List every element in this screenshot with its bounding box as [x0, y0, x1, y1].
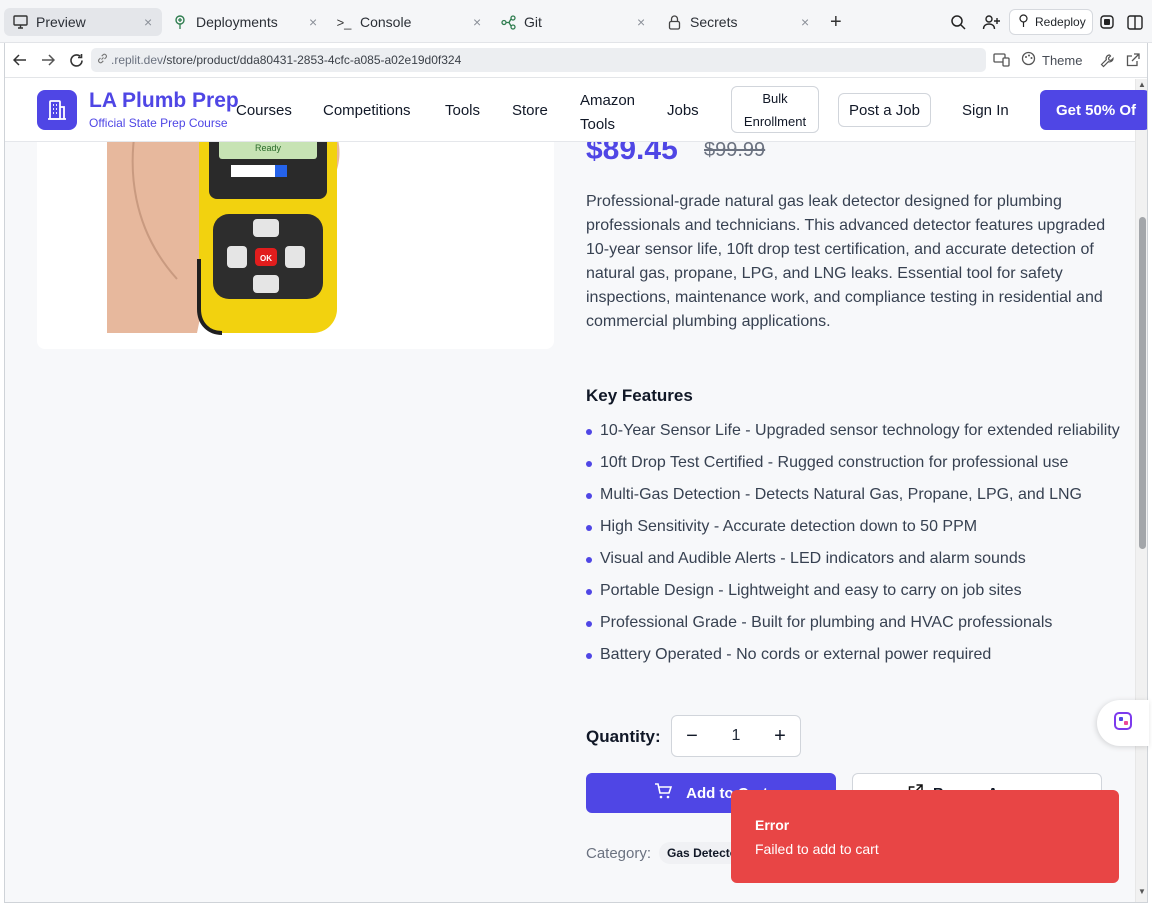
product-image: Ready OK: [37, 109, 554, 349]
tab-git[interactable]: Git ×: [500, 8, 650, 36]
url-path: /store/product/dda80431-2853-4cfc-a085-a…: [163, 53, 462, 67]
devices-icon[interactable]: [993, 48, 1010, 72]
close-icon[interactable]: ×: [473, 14, 481, 30]
device-ok-label: OK: [260, 254, 272, 263]
search-icon[interactable]: [950, 8, 966, 36]
scrollbar-thumb[interactable]: [1139, 217, 1146, 549]
feature-item: High Sensitivity - Accurate detection do…: [586, 515, 1126, 539]
nav-competitions[interactable]: Competitions: [323, 102, 411, 119]
decrease-quantity-button[interactable]: −: [684, 725, 700, 748]
quantity-label: Quantity:: [586, 727, 661, 746]
tab-label: Console: [360, 14, 412, 30]
toast-title: Error: [755, 817, 790, 833]
assistant-float-button[interactable]: [1097, 700, 1149, 746]
terminal-icon: >_: [336, 14, 352, 30]
link-icon: [97, 53, 108, 67]
features-list: 10-Year Sensor Life - Upgraded sensor te…: [586, 419, 1126, 675]
original-price: $99.99: [704, 139, 766, 161]
tab-label: Preview: [36, 14, 86, 30]
toast-message: Failed to add to cart: [755, 841, 879, 857]
page-scrollbar[interactable]: ▲ ▼: [1135, 79, 1147, 902]
scroll-down-arrow-icon[interactable]: ▼: [1138, 887, 1146, 896]
reload-icon[interactable]: [67, 51, 85, 69]
ide-tab-bar: Preview × Deployments × >_ Console × Git…: [0, 0, 1152, 43]
redeploy-button[interactable]: Redeploy: [1009, 9, 1093, 35]
open-external-icon[interactable]: [1126, 48, 1140, 72]
wrench-icon[interactable]: [1100, 48, 1115, 72]
error-toast[interactable]: Error Failed to add to cart: [731, 790, 1119, 883]
split-view-icon[interactable]: [1127, 8, 1143, 36]
lock-icon: [666, 14, 682, 30]
theme-label: Theme: [1042, 52, 1083, 68]
quantity-stepper: − 1 +: [671, 715, 801, 757]
cart-icon: [654, 783, 673, 803]
feature-item: Professional Grade - Built for plumbing …: [586, 611, 1126, 635]
close-icon[interactable]: ×: [144, 14, 152, 30]
nav-courses[interactable]: Courses: [236, 102, 292, 119]
scroll-up-arrow-icon[interactable]: ▲: [1138, 80, 1146, 89]
nav-tools[interactable]: Tools: [445, 102, 480, 119]
tab-secrets[interactable]: Secrets ×: [666, 8, 816, 36]
bulk-enrollment-button[interactable]: Bulk Enrollment: [731, 86, 819, 133]
assistant-icon: [1113, 711, 1133, 736]
tab-label: Git: [524, 14, 542, 30]
deploy-icon: [172, 14, 188, 30]
feature-item: Multi-Gas Detection - Detects Natural Ga…: [586, 483, 1126, 507]
forward-arrow-icon[interactable]: [39, 51, 57, 69]
palette-icon: [1021, 51, 1036, 69]
nav-amazon-line2: Tools: [580, 116, 616, 133]
deploy-icon: [1018, 14, 1029, 30]
close-icon[interactable]: ×: [801, 14, 809, 30]
git-icon: [500, 14, 516, 30]
brand-name[interactable]: LA Plumb Prep: [89, 89, 239, 113]
feature-item: 10ft Drop Test Certified - Rugged constr…: [586, 451, 1126, 475]
product-description: Professional-grade natural gas leak dete…: [586, 193, 1106, 330]
nav-amazon-tools[interactable]: Amazon Tools: [580, 89, 635, 137]
feature-item: Visual and Audible Alerts - LED indicato…: [586, 547, 1126, 571]
address-field[interactable]: .replit.dev/store/product/dda80431-2853-…: [91, 48, 986, 72]
key-features-heading: Key Features: [586, 386, 693, 405]
invite-user-icon[interactable]: [982, 8, 1000, 36]
close-icon[interactable]: ×: [637, 14, 645, 30]
tab-deployments[interactable]: Deployments ×: [172, 8, 322, 36]
site-header: LA Plumb Prep Official State Prep Course…: [5, 79, 1147, 142]
feature-item: 10-Year Sensor Life - Upgraded sensor te…: [586, 419, 1126, 443]
tab-label: Secrets: [690, 14, 738, 30]
bulk-line2: Enrollment: [743, 113, 807, 129]
web-page: LA Plumb Prep Official State Prep Course…: [5, 79, 1147, 902]
redeploy-label: Redeploy: [1035, 15, 1086, 29]
url-host: .replit.dev: [111, 53, 164, 67]
increase-quantity-button[interactable]: +: [772, 725, 788, 748]
post-job-button[interactable]: Post a Job: [838, 93, 931, 127]
preview-frame: .replit.dev/store/product/dda80431-2853-…: [4, 43, 1148, 903]
building-logo-icon[interactable]: [37, 90, 77, 130]
nav-store[interactable]: Store: [512, 102, 548, 119]
monitor-icon: [12, 14, 28, 30]
tab-label: Deployments: [196, 14, 278, 30]
sign-in-link[interactable]: Sign In: [962, 102, 1009, 119]
new-tab-button[interactable]: +: [830, 8, 842, 36]
close-icon[interactable]: ×: [309, 14, 317, 30]
nav-jobs[interactable]: Jobs: [667, 102, 699, 119]
bulk-line1: Bulk: [762, 90, 788, 106]
theme-button[interactable]: Theme: [1021, 48, 1082, 72]
tab-console[interactable]: >_ Console ×: [336, 8, 486, 36]
tab-preview[interactable]: Preview ×: [4, 8, 162, 36]
brand-tagline: Official State Prep Course: [89, 116, 228, 130]
feature-item: Portable Design - Lightweight and easy t…: [586, 579, 1126, 603]
url-bar: .replit.dev/store/product/dda80431-2853-…: [5, 43, 1147, 78]
feature-item: Battery Operated - No cords or external …: [586, 643, 1126, 667]
quantity-value[interactable]: 1: [732, 727, 741, 745]
nav-amazon-line1: Amazon: [580, 92, 636, 109]
layout-toggle-icon[interactable]: [1100, 8, 1114, 36]
discount-cta-button[interactable]: Get 50% Of: [1040, 90, 1147, 130]
back-arrow-icon[interactable]: [11, 51, 29, 69]
device-screen-text: Ready: [255, 143, 282, 153]
category-label: Category:: [586, 844, 652, 862]
